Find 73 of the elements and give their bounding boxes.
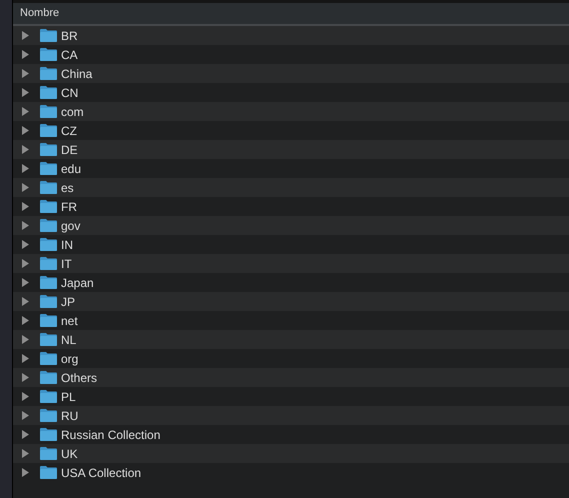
- disclosure-triangle-icon[interactable]: [22, 392, 30, 401]
- folder-name[interactable]: CA: [61, 46, 78, 64]
- folder-name[interactable]: gov: [61, 216, 80, 234]
- folder-icon: [40, 48, 57, 61]
- disclosure-triangle-icon[interactable]: [22, 468, 30, 477]
- folder-name[interactable]: UK: [61, 444, 78, 462]
- disclosure-triangle-icon[interactable]: [22, 221, 30, 230]
- folder-icon: [40, 409, 57, 422]
- folder-icon: [40, 466, 57, 479]
- column-header[interactable]: Nombre: [13, 5, 60, 22]
- folder-icon: [40, 295, 57, 308]
- disclosure-triangle-icon[interactable]: [22, 126, 30, 135]
- disclosure-triangle-icon[interactable]: [22, 107, 30, 116]
- folder-name[interactable]: JP: [61, 292, 76, 310]
- disclosure-triangle-icon[interactable]: [22, 297, 30, 306]
- folder-icon: [40, 390, 57, 403]
- folder-icon: [40, 333, 57, 346]
- folder-icon: [40, 352, 57, 365]
- folder-icon: [40, 219, 57, 232]
- folder-name[interactable]: BR: [61, 26, 78, 44]
- disclosure-triangle-icon[interactable]: [22, 183, 30, 192]
- folder-name[interactable]: IT: [61, 254, 72, 272]
- folder-icon: [40, 124, 57, 137]
- folder-icon: [40, 371, 57, 384]
- folder-name[interactable]: Japan: [61, 274, 94, 292]
- folder-name[interactable]: NL: [61, 330, 76, 348]
- folder-icon: [40, 162, 57, 175]
- disclosure-triangle-icon[interactable]: [22, 88, 30, 97]
- folder-name[interactable]: es: [61, 178, 74, 196]
- folder-name[interactable]: net: [61, 312, 78, 330]
- folder-name[interactable]: CN: [61, 84, 78, 102]
- disclosure-triangle-icon[interactable]: [22, 31, 30, 40]
- folder-icon: [40, 276, 57, 289]
- disclosure-triangle-icon[interactable]: [22, 411, 30, 420]
- folder-icon: [40, 181, 57, 194]
- folder-icon: [40, 105, 57, 118]
- folder-icon: [40, 238, 57, 251]
- disclosure-triangle-icon[interactable]: [22, 278, 30, 287]
- folder-icon: [40, 257, 57, 270]
- folder-icon: [40, 200, 57, 213]
- folder-name[interactable]: China: [61, 64, 92, 82]
- folder-name[interactable]: org: [61, 350, 78, 368]
- folder-name[interactable]: com: [61, 102, 84, 120]
- disclosure-triangle-icon[interactable]: [22, 202, 30, 211]
- folder-name[interactable]: CZ: [61, 122, 77, 140]
- folder-icon: [40, 447, 57, 460]
- disclosure-triangle-icon[interactable]: [22, 373, 30, 382]
- folder-name[interactable]: Others: [61, 368, 98, 386]
- folder-icon: [40, 143, 57, 156]
- folder-name[interactable]: PL: [61, 388, 76, 406]
- disclosure-triangle-icon[interactable]: [22, 335, 30, 344]
- disclosure-triangle-icon[interactable]: [22, 316, 30, 325]
- folder-icon: [40, 428, 57, 441]
- disclosure-triangle-icon[interactable]: [22, 69, 30, 78]
- folder-name[interactable]: DE: [61, 140, 78, 158]
- disclosure-triangle-icon[interactable]: [22, 449, 30, 458]
- folder-name[interactable]: Russian Collection: [61, 426, 160, 444]
- folder-name[interactable]: RU: [61, 406, 78, 424]
- folder-name[interactable]: IN: [61, 236, 73, 254]
- folder-icon: [40, 29, 57, 42]
- folder-name[interactable]: USA Collection: [61, 464, 142, 482]
- disclosure-triangle-icon[interactable]: [22, 430, 30, 439]
- disclosure-triangle-icon[interactable]: [22, 259, 30, 268]
- disclosure-triangle-icon[interactable]: [22, 145, 30, 154]
- folder-icon: [40, 86, 57, 99]
- folder-name[interactable]: edu: [61, 160, 82, 178]
- disclosure-triangle-icon[interactable]: [22, 240, 30, 249]
- disclosure-triangle-icon[interactable]: [22, 354, 30, 363]
- folder-name[interactable]: FR: [61, 198, 77, 216]
- disclosure-triangle-icon[interactable]: [22, 164, 30, 173]
- disclosure-triangle-icon[interactable]: [22, 50, 30, 59]
- folder-icon: [40, 314, 57, 327]
- folder-icon: [40, 67, 57, 80]
